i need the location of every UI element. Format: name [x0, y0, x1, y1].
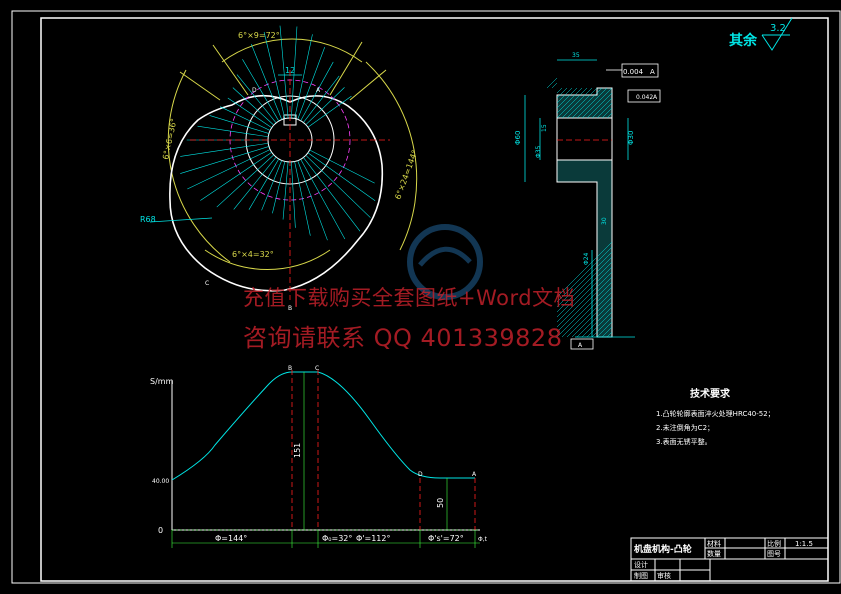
section-dim-15: 15: [541, 124, 548, 132]
motion-ylabel: S/mm: [150, 377, 174, 386]
tb-drawing-no: 图号: [767, 550, 781, 558]
watermark-line-2: 咨询请联系 QQ 401339828: [243, 324, 563, 352]
radial-ray: [303, 157, 361, 232]
section-tol-perp: 0.042: [636, 94, 653, 101]
radial-ray: [248, 158, 280, 210]
radial-ray: [272, 161, 286, 214]
radial-ray: [282, 161, 289, 220]
radial-ray: [294, 34, 313, 119]
angle-ray-1: [179, 71, 221, 101]
tb-draw: 制图: [634, 571, 648, 580]
motion-y-zero: 0: [158, 526, 163, 535]
radial-ray: [197, 125, 269, 138]
cam-dim-r68: R68: [140, 215, 156, 224]
hatch-line: [546, 77, 558, 89]
tb-scale-value: 1:1.5: [795, 540, 813, 548]
section-body: [556, 87, 613, 119]
hatch-line: [551, 82, 558, 89]
cam-outline: [169, 94, 384, 292]
motion-y-mid: 40.00: [152, 478, 169, 485]
section-dim-35: 35: [572, 52, 580, 59]
cam-right-angle: 6°×24=144°: [393, 149, 419, 201]
motion-dim-151: 151: [293, 443, 302, 458]
section-dim-24: Φ24: [583, 252, 590, 265]
radial-ray: [307, 95, 352, 128]
tb-design: 设计: [634, 560, 648, 569]
cam-point-d: D: [252, 87, 257, 94]
radial-ray: [220, 106, 271, 131]
radial-ray: [200, 152, 272, 201]
tech-item-3: 3.表面无锈平整。: [656, 437, 712, 446]
motion-pt-c: C: [315, 365, 319, 372]
radial-ray: [233, 156, 277, 210]
motion-pt-a: A: [472, 471, 477, 478]
motion-pt-b: B: [288, 365, 292, 372]
tb-review: 审核: [657, 571, 671, 580]
roughness-value: 3.2: [770, 23, 786, 34]
motion-seg2: Φ₀=32°: [322, 534, 352, 543]
radial-ray: [297, 160, 328, 241]
section-tol-flat: 0.004: [623, 68, 644, 76]
motion-axis-end: Φ,t: [478, 536, 488, 543]
section-dim-phi30: Φ30: [627, 131, 635, 145]
angle-ray-3: [329, 41, 363, 96]
angle-arc-outer: [221, 38, 363, 63]
radial-ray: [209, 115, 270, 134]
section-tol-flat-ref: A: [650, 68, 655, 76]
radial-ray: [180, 142, 269, 157]
watermark-line-1: 充值下载购买全套图纸+Word文档: [243, 286, 576, 310]
section-dim-30: 30: [601, 217, 608, 225]
tb-qty: 数量: [707, 549, 721, 558]
radial-rays: [180, 25, 376, 241]
radial-ray: [216, 154, 274, 208]
section-dim-phi35: Φ35: [535, 145, 542, 158]
cam-top-angle: 6°×9=72°: [238, 31, 280, 40]
motion-seg3: Φ'=112°: [356, 534, 390, 543]
radial-ray: [305, 87, 345, 125]
cam-dim-12: 12: [285, 66, 295, 75]
motion-pt-d: D: [418, 471, 423, 478]
roughness-label: 其余: [729, 32, 758, 49]
tb-scale-label: 比例: [767, 539, 781, 548]
motion-seg4: Φ's'=72°: [428, 534, 464, 543]
section-base-ref: A: [578, 342, 583, 349]
tech-item-2: 2.未注倒角为C2；: [656, 423, 714, 432]
angle-ray-4: [349, 69, 387, 101]
motion-curve: [171, 371, 475, 481]
radial-ray: [236, 74, 277, 124]
section-bore: [556, 117, 613, 161]
motion-seg1: Φ=144°: [215, 534, 247, 543]
hatch-line: [556, 87, 563, 94]
cad-drawing: 6°×9=72° 6°×4=32° 6°×6=36° 6°×24=144° 12…: [0, 0, 841, 594]
tb-name: 机盘机构-凸轮: [634, 543, 692, 555]
section-tol-perp-ref: A: [653, 94, 658, 101]
cam-point-c: C: [205, 280, 209, 287]
tb-material: 材料: [707, 539, 721, 548]
cam-bottom-angle: 6°×4=32°: [232, 250, 274, 259]
radial-ray: [291, 161, 296, 228]
cam-profile-view: [149, 25, 418, 300]
r68-leader: [149, 217, 213, 223]
tech-title: 技术要求: [690, 387, 731, 400]
motion-dim-50: 50: [436, 498, 445, 508]
motion-curve-chart: [171, 370, 480, 548]
angle-ray-2: [212, 44, 249, 96]
radial-ray: [180, 146, 270, 174]
tech-item-1: 1.凸轮轮廓表面淬火处理HRC40-52；: [656, 409, 775, 418]
radial-ray: [261, 160, 283, 211]
section-dim-phi60: Φ60: [514, 131, 522, 145]
